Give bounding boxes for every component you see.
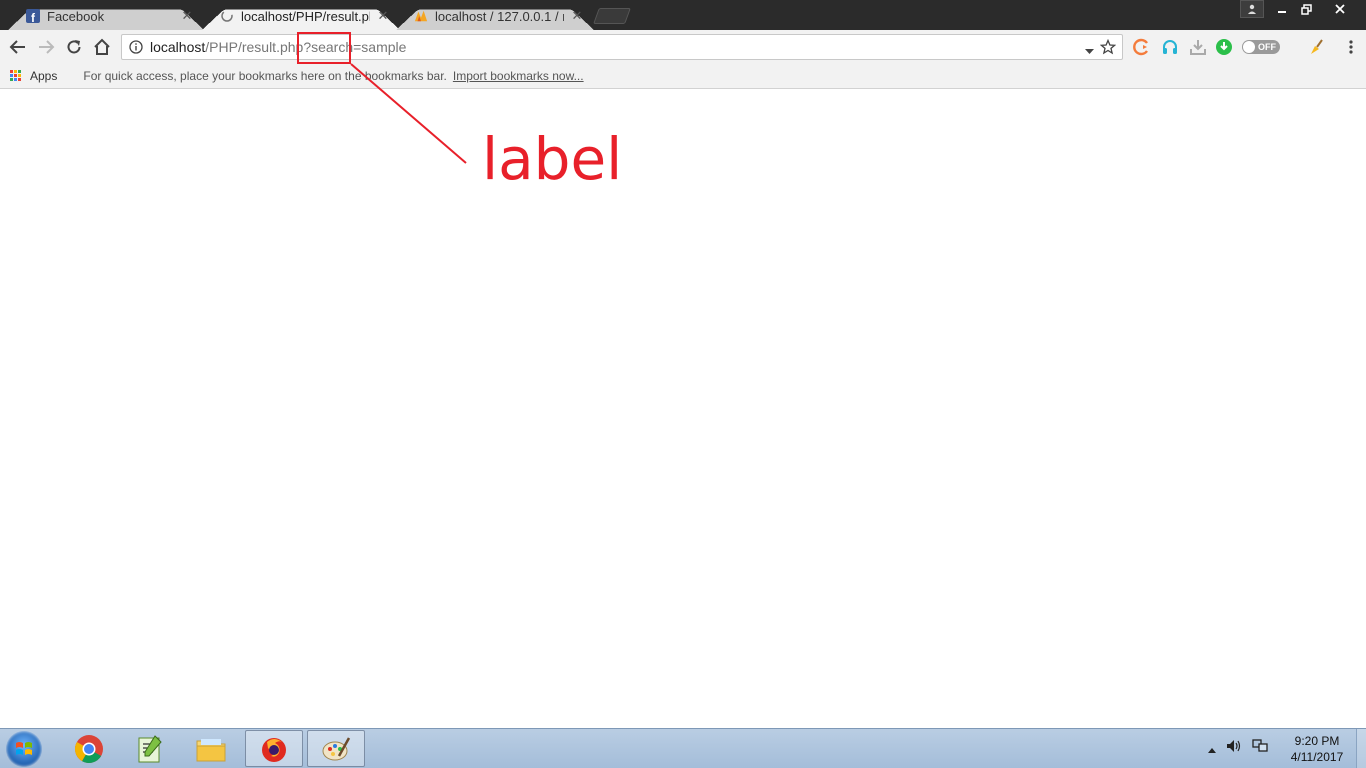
windows-taskbar: 9:20 PM 4/11/2017 <box>0 728 1366 768</box>
close-tab-icon[interactable]: ✕ <box>180 8 194 24</box>
paint-taskbar-button[interactable] <box>307 730 365 767</box>
tab-title: localhost / 127.0.0.1 / my <box>435 8 564 24</box>
chrome-taskbar-button[interactable] <box>60 730 118 767</box>
notepad-plus-icon <box>138 734 162 762</box>
close-tab-icon[interactable]: ✕ <box>570 8 584 24</box>
start-button[interactable] <box>6 731 42 767</box>
show-desktop-button[interactable] <box>1356 729 1366 768</box>
phpmyadmin-icon <box>414 9 428 23</box>
network-icon[interactable] <box>1252 739 1268 758</box>
show-hidden-icons-icon[interactable] <box>1208 740 1216 758</box>
loading-icon <box>220 9 234 23</box>
taskbar-clock[interactable]: 9:20 PM 4/11/2017 <box>1282 733 1352 765</box>
annotation-arrow <box>350 63 467 164</box>
volume-icon[interactable] <box>1226 739 1242 758</box>
clock-time: 9:20 PM <box>1294 734 1340 748</box>
chrome-icon <box>75 734 103 763</box>
file-explorer-icon <box>196 738 226 761</box>
tab-title: Facebook <box>47 8 105 24</box>
notepadplus-taskbar-button[interactable] <box>121 730 179 767</box>
clock-date: 4/11/2017 <box>1290 750 1344 764</box>
system-tray <box>1208 739 1268 758</box>
firefox-dev-icon <box>262 737 286 762</box>
explorer-taskbar-button[interactable] <box>182 730 240 767</box>
annotation-label: label <box>482 125 623 193</box>
facebook-icon: f <box>26 9 40 23</box>
windows-logo-icon <box>16 742 32 755</box>
paint-icon <box>322 736 351 760</box>
close-tab-icon[interactable]: ✕ <box>376 8 390 24</box>
tab-title: localhost/PHP/result.php <box>241 8 370 24</box>
firefox-taskbar-button[interactable] <box>245 730 303 767</box>
